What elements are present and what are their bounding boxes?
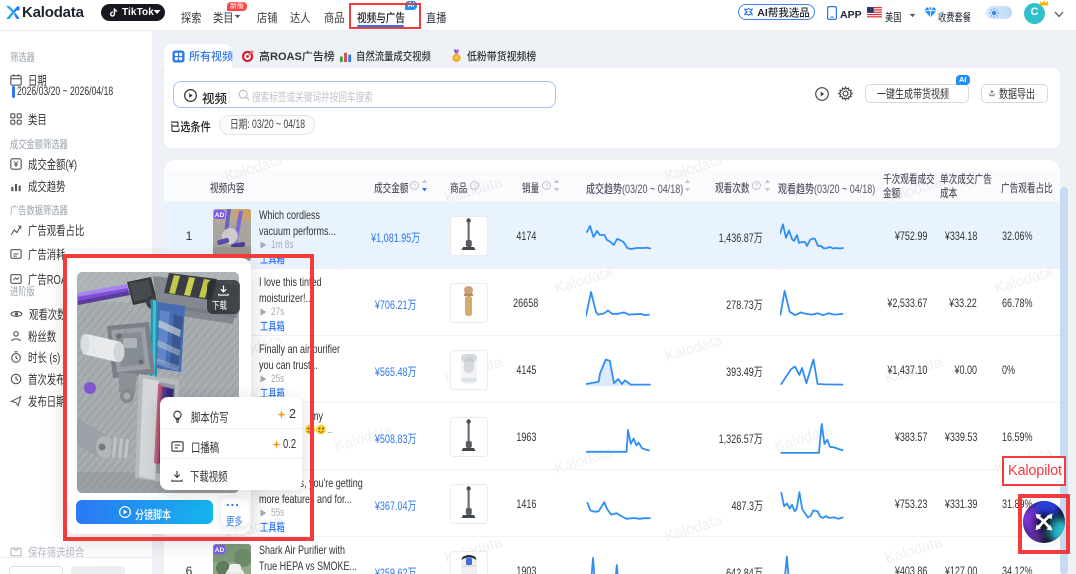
svg-text:...: ... [327,425,333,435]
svg-text:AD: AD [215,547,225,554]
svg-text:AD: AD [215,212,225,219]
